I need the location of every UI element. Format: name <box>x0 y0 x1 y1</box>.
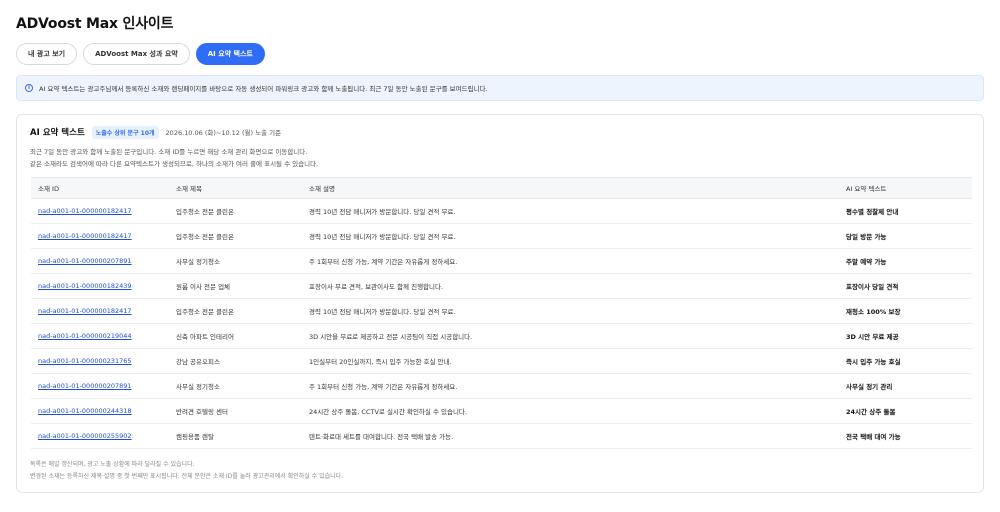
ai-summary-table: 소재 ID 소재 제목 소재 설명 AI 요약 텍스트 nad-a001-01-… <box>31 177 972 449</box>
ai-summary-cell: 당일 방문 가능 <box>846 233 887 241</box>
ai-summary-card: AI 요약 텍스트 노출수 상위 문구 10개 2026.10.06 (화)~1… <box>16 114 984 493</box>
table-body: nad-a001-01-000000182417 입주청소 전문 클린온 경력 10… <box>31 199 972 449</box>
table-row: nad-a001-01-000000244318 반려견 호텔링 센터 24시간 상… <box>31 399 972 424</box>
creative-title-cell: 원룸 이사 전문 업체 <box>176 283 231 291</box>
creative-description-cell: 주 1회부터 신청 가능, 계약 기간은 자유롭게 정하세요. <box>309 258 458 266</box>
header-creative-title: 소재 제목 <box>176 185 202 193</box>
ai-summary-cell: 사무실 정기 관리 <box>846 383 893 391</box>
ai-summary-cell: 전국 택배 대여 가능 <box>846 433 901 441</box>
creative-id-link[interactable]: nad-a001-01-000000207891 <box>31 382 176 390</box>
card-header: AI 요약 텍스트 노출수 상위 문구 10개 2026.10.06 (화)~1… <box>30 125 282 139</box>
ai-summary-cell: 포장이사 당일 견적 <box>846 283 899 291</box>
footer-note-1: 목록은 매일 갱신되며, 광고 노출 상황에 따라 달라질 수 있습니다. <box>30 461 195 468</box>
footer-note-2: 변경된 소재는 등록하신 제목·설명 중 첫 번째만 표시됩니다. 전체 문안은… <box>30 473 344 480</box>
creative-description-cell: 1인실부터 20인실까지, 즉시 입주 가능한 호실 안내. <box>309 358 452 366</box>
creative-title-cell: 신축 아파트 인테리어 <box>176 333 234 341</box>
creative-description-cell: 주 1회부터 신청 가능, 계약 기간은 자유롭게 정하세요. <box>309 383 458 391</box>
table-row: nad-a001-01-000000255902 캠핑용품 렌탈 텐트·화로대 세트… <box>31 424 972 449</box>
creative-id-link[interactable]: nad-a001-01-000000219044 <box>31 332 176 340</box>
ai-summary-cell: 24시간 상주 돌봄 <box>846 408 896 416</box>
table-row: nad-a001-01-000000207891 사무실 정기청소 주 1회부터 신… <box>31 374 972 399</box>
creative-id-link[interactable]: nad-a001-01-000000255902 <box>31 432 176 440</box>
table-row: nad-a001-01-000000207891 사무실 정기청소 주 1회부터 신… <box>31 249 972 274</box>
ai-summary-cell: 즉시 입주 가능 호실 <box>846 358 901 366</box>
table-row: nad-a001-01-000000182417 입주청소 전문 클린온 경력 10… <box>31 199 972 224</box>
creative-description-cell: 경력 10년 전담 매니저가 방문합니다. 당일 견적 무료. <box>309 208 456 216</box>
table-row: nad-a001-01-000000182417 입주청소 전문 클린온 경력 10… <box>31 299 972 324</box>
top10-badge: 노출수 상위 문구 10개 <box>91 125 159 139</box>
info-banner-text: AI 요약 텍스트는 광고주님께서 등록하신 소재와 랜딩페이지를 바탕으로 자… <box>39 85 488 93</box>
table-row: nad-a001-01-000000182417 입주청소 전문 클린온 경력 10… <box>31 224 972 249</box>
table-row: nad-a001-01-000000219044 신축 아파트 인테리어 3D 시안… <box>31 324 972 349</box>
tab-bar: 내 광고 보기 ADVoost Max 성과 요약 AI 요약 텍스트 <box>16 43 265 65</box>
header-creative-id: 소재 ID <box>38 185 59 193</box>
creative-id-link[interactable]: nad-a001-01-000000182417 <box>31 232 176 240</box>
creative-title-cell: 사무실 정기청소 <box>176 258 220 266</box>
info-banner: i AI 요약 텍스트는 광고주님께서 등록하신 소재와 랜딩페이지를 바탕으로… <box>16 75 984 101</box>
card-description-2: 같은 소재라도 검색어에 따라 다른 요약텍스트가 생성되므로, 하나의 소재가… <box>30 160 319 168</box>
info-icon: i <box>25 84 33 92</box>
ai-summary-cell: 주말 예약 가능 <box>846 258 887 266</box>
creative-title-cell: 입주청소 전문 클린온 <box>176 233 234 241</box>
creative-id-link[interactable]: nad-a001-01-000000182439 <box>31 282 176 290</box>
header-creative-description: 소재 설명 <box>309 185 335 193</box>
creative-description-cell: 포장이사 무료 견적, 보관이사도 함께 진행합니다. <box>309 283 444 291</box>
tab-ai-summary-text[interactable]: AI 요약 텍스트 <box>195 43 265 65</box>
card-title: AI 요약 텍스트 <box>30 128 85 138</box>
creative-id-link[interactable]: nad-a001-01-000000182417 <box>31 307 176 315</box>
tab-my-ads[interactable]: 내 광고 보기 <box>16 43 78 65</box>
tab-performance-summary[interactable]: ADVoost Max 성과 요약 <box>83 43 190 65</box>
creative-title-cell: 사무실 정기청소 <box>176 383 220 391</box>
table-row: nad-a001-01-000000231765 강남 공유오피스 1인실부터 20… <box>31 349 972 374</box>
header-ai-summary: AI 요약 텍스트 <box>846 185 887 193</box>
period-label: 2026.10.06 (화)~10.12 (월) 노출 기준 <box>165 129 282 137</box>
creative-id-link[interactable]: nad-a001-01-000000244318 <box>31 407 176 415</box>
card-description-1: 최근 7일 동안 광고와 함께 노출된 문구입니다. 소재 ID를 누르면 해당… <box>30 148 308 156</box>
creative-title-cell: 강남 공유오피스 <box>176 358 220 366</box>
creative-id-link[interactable]: nad-a001-01-000000231765 <box>31 357 176 365</box>
table-row: nad-a001-01-000000182439 원룸 이사 전문 업체 포장이사 … <box>31 274 972 299</box>
table-header: 소재 ID 소재 제목 소재 설명 AI 요약 텍스트 <box>31 177 972 199</box>
ai-summary-cell: 3D 시안 무료 제공 <box>846 333 899 341</box>
creative-title-cell: 입주청소 전문 클린온 <box>176 308 234 316</box>
creative-title-cell: 입주청소 전문 클린온 <box>176 208 234 216</box>
creative-description-cell: 경력 10년 전담 매니저가 방문합니다. 당일 견적 무료. <box>309 233 456 241</box>
creative-id-link[interactable]: nad-a001-01-000000182417 <box>31 207 176 215</box>
creative-description-cell: 3D 시안을 무료로 제공하고 전문 시공팀이 직접 시공합니다. <box>309 333 473 341</box>
creative-title-cell: 캠핑용품 렌탈 <box>176 433 214 441</box>
creative-title-cell: 반려견 호텔링 센터 <box>176 408 228 416</box>
creative-description-cell: 텐트·화로대 세트를 대여합니다. 전국 택배 발송 가능. <box>309 433 454 441</box>
page-title: ADVoost Max 인사이트 <box>16 16 174 32</box>
creative-description-cell: 경력 10년 전담 매니저가 방문합니다. 당일 견적 무료. <box>309 308 456 316</box>
ai-summary-cell: 평수별 정찰제 안내 <box>846 208 899 216</box>
creative-id-link[interactable]: nad-a001-01-000000207891 <box>31 257 176 265</box>
creative-description-cell: 24시간 상주 돌봄, CCTV로 실시간 확인하실 수 있습니다. <box>309 408 467 416</box>
ai-summary-cell: 재청소 100% 보장 <box>846 308 901 316</box>
